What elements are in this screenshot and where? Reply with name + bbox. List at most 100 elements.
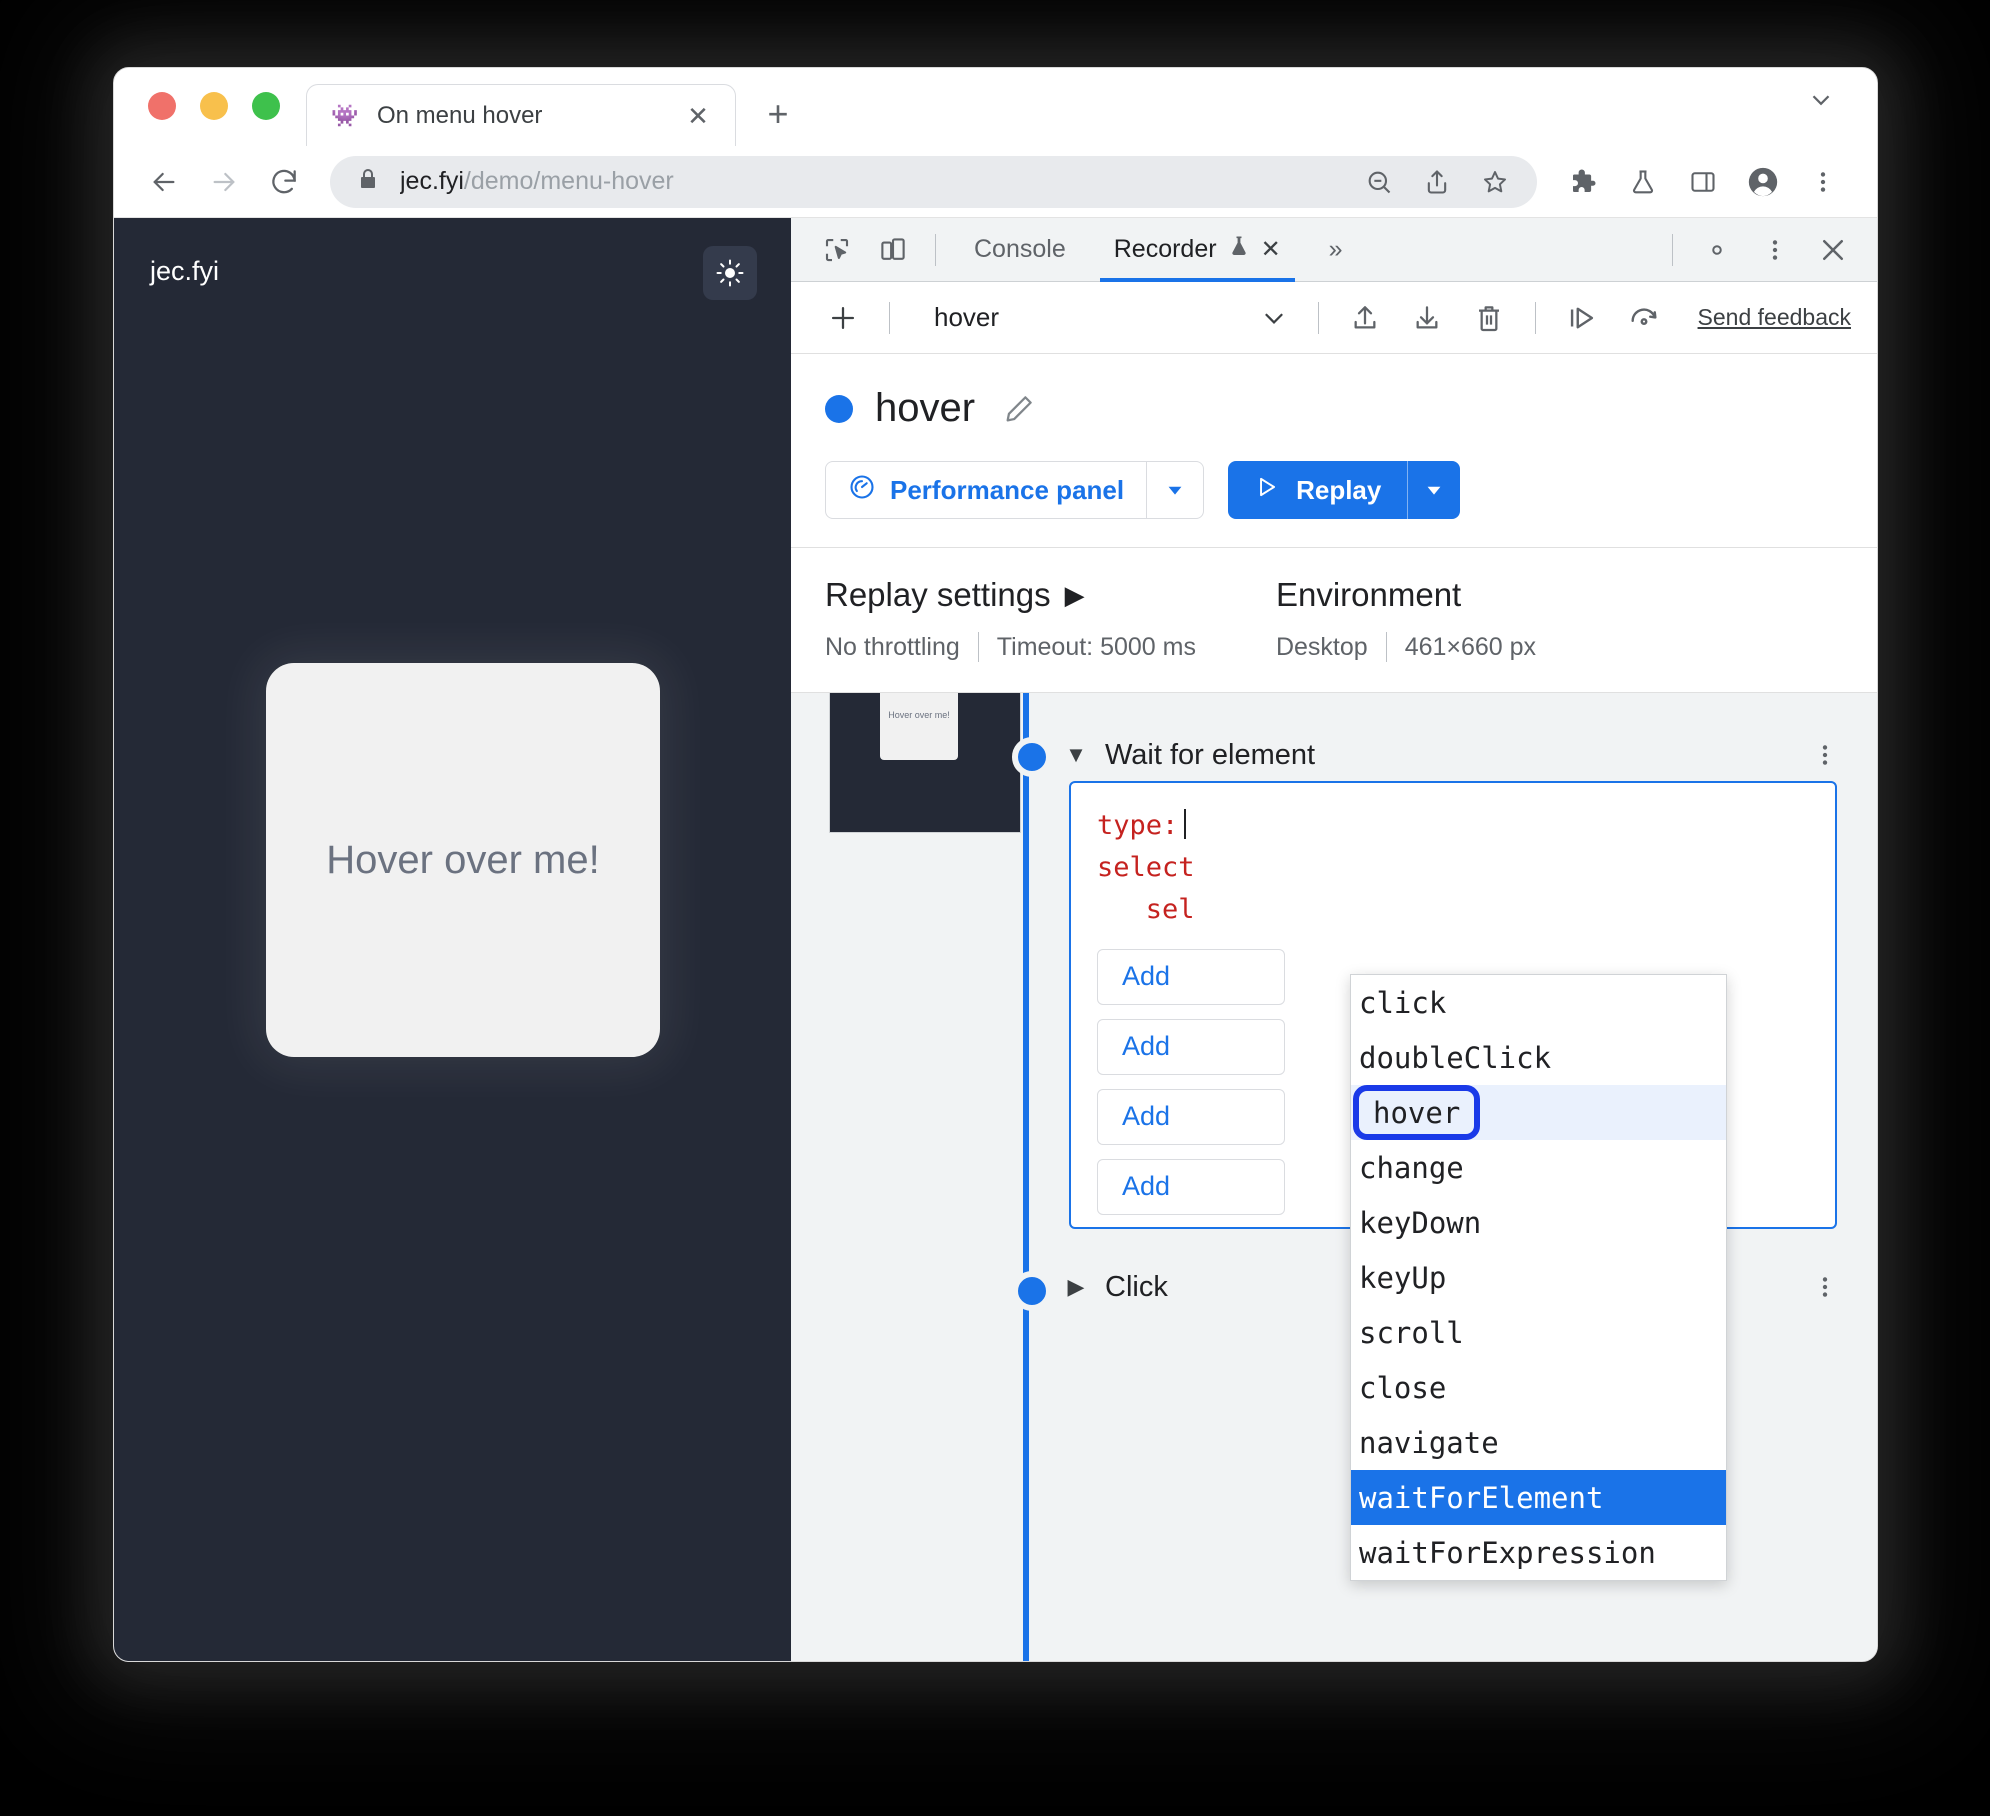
gear-icon[interactable] [1691, 225, 1743, 275]
environment-column: Environment Desktop 461×660 px [1276, 576, 1536, 662]
side-panel-icon[interactable] [1675, 154, 1731, 210]
back-icon[interactable] [136, 154, 192, 210]
autocomplete-option-navigate[interactable]: navigate [1351, 1415, 1726, 1470]
thumbnail-card: Hover over me! [880, 693, 958, 760]
autocomplete-option-scroll[interactable]: scroll [1351, 1305, 1726, 1360]
site-name: jec.fyi [150, 256, 220, 286]
editor-key-type: type: [1097, 810, 1179, 841]
caret-down-icon[interactable]: ▼ [1063, 742, 1089, 768]
tab-recorder[interactable]: Recorder ✕ [1092, 218, 1303, 282]
close-icon[interactable]: ✕ [1261, 237, 1281, 262]
close-window-button[interactable] [148, 92, 176, 120]
replay-button[interactable]: Replay [1228, 461, 1461, 519]
add-button[interactable]: Add [1097, 1088, 1285, 1145]
viewport-value: 461×660 px [1404, 632, 1537, 661]
step-node [1012, 1271, 1052, 1311]
export-icon[interactable] [1337, 290, 1393, 346]
type-autocomplete-dropdown[interactable]: click doubleClick hover change keyDown k… [1350, 974, 1727, 1581]
replay-settings-toggle[interactable]: Replay settings ▶ [825, 576, 1196, 614]
autocomplete-option-keydown[interactable]: keyDown [1351, 1195, 1726, 1250]
performance-panel-label-wrap: Performance panel [826, 462, 1146, 518]
divider [977, 632, 979, 662]
recording-title: hover [875, 386, 976, 430]
chevron-down-icon[interactable] [1793, 72, 1849, 128]
autocomplete-option-change[interactable]: change [1351, 1140, 1726, 1195]
experiment-flask-icon [1227, 234, 1251, 265]
autocomplete-option-keyup[interactable]: keyUp [1351, 1250, 1726, 1305]
replay-speed-icon[interactable] [1616, 290, 1672, 346]
chevron-down-icon[interactable] [1147, 462, 1203, 518]
pencil-edit-icon[interactable] [997, 387, 1041, 431]
add-button[interactable]: Add [1097, 1158, 1285, 1215]
tab-title: On menu hover [377, 101, 543, 129]
replay-settings-label: Replay settings [825, 576, 1051, 613]
autocomplete-option-hover[interactable]: hover [1351, 1085, 1726, 1140]
chevron-right-icon[interactable]: ▶ [1065, 580, 1085, 611]
page-viewport: jec.fyi Hover over me! [114, 218, 791, 1661]
add-button[interactable]: Add [1097, 948, 1285, 1005]
recorder-header: hover Performance panel Replay [791, 354, 1877, 548]
address-bar[interactable]: jec.fyi/demo/menu-hover [330, 155, 1537, 208]
zoom-out-icon[interactable] [1359, 162, 1399, 202]
add-button[interactable]: Add [1097, 1018, 1285, 1075]
browser-tab[interactable]: 👾 On menu hover ✕ [306, 84, 736, 146]
forward-icon[interactable] [196, 154, 252, 210]
autocomplete-option-doubleclick[interactable]: doubleClick [1351, 1030, 1726, 1085]
url-text: jec.fyi/demo/menu-hover [400, 167, 1339, 196]
send-feedback-link[interactable]: Send feedback [1698, 304, 1855, 331]
throttling-value: No throttling [825, 632, 960, 661]
tabstrip-right [1793, 72, 1877, 146]
import-icon[interactable] [1399, 290, 1455, 346]
recording-name[interactable]: hover [908, 302, 999, 333]
share-icon[interactable] [1417, 162, 1457, 202]
more-menu-icon[interactable] [1795, 154, 1851, 210]
editor-line-type: type: [1097, 805, 1809, 847]
step-replay-icon[interactable] [1554, 290, 1610, 346]
step-wait-for-element[interactable]: ▼ Wait for element [1063, 733, 1877, 777]
delete-icon[interactable] [1461, 290, 1517, 346]
inspect-element-icon[interactable] [811, 225, 863, 275]
tab-recorder-label: Recorder [1113, 235, 1217, 263]
sun-icon[interactable] [703, 246, 757, 300]
replay-settings-values: No throttling Timeout: 5000 ms [825, 632, 1196, 662]
chevron-down-icon[interactable] [1248, 292, 1300, 344]
close-icon[interactable]: ✕ [683, 101, 713, 131]
more-tabs-button[interactable]: » [1307, 218, 1365, 282]
editor-line-select: select [1097, 847, 1809, 889]
autocomplete-option-waitforexpression[interactable]: waitForExpression [1351, 1525, 1726, 1580]
minimize-window-button[interactable] [200, 92, 228, 120]
performance-panel-button[interactable]: Performance panel [825, 461, 1205, 519]
recorder-settings: Replay settings ▶ No throttling Timeout:… [791, 548, 1877, 693]
divider [935, 233, 936, 266]
autocomplete-option-click[interactable]: click [1351, 975, 1726, 1030]
reload-icon[interactable] [256, 154, 312, 210]
hover-card-label: Hover over me! [326, 837, 600, 882]
steps-timeline [1023, 693, 1029, 1661]
new-tab-button[interactable]: + [752, 88, 804, 140]
lock-icon [356, 167, 380, 196]
replay-options-caret-icon[interactable] [1408, 461, 1460, 519]
step-screenshot-thumbnail[interactable]: Hover over me! [829, 693, 1021, 833]
device-toolbar-icon[interactable] [867, 225, 919, 275]
devtools-flask-icon[interactable] [1615, 154, 1671, 210]
divider [1385, 632, 1387, 662]
add-recording-button[interactable] [815, 290, 871, 346]
more-options-icon[interactable] [1749, 225, 1801, 275]
autocomplete-option-close[interactable]: close [1351, 1360, 1726, 1415]
tab-console-label: Console [974, 235, 1066, 263]
hover-target-card[interactable]: Hover over me! [266, 663, 660, 1057]
more-options-icon[interactable] [1803, 733, 1847, 777]
maximize-window-button[interactable] [252, 92, 280, 120]
divider [889, 301, 890, 334]
autocomplete-option-waitforelement[interactable]: waitForElement [1351, 1470, 1726, 1525]
extensions-icon[interactable] [1555, 154, 1611, 210]
bookmark-star-icon[interactable] [1475, 162, 1515, 202]
more-options-icon[interactable] [1803, 1265, 1847, 1309]
tab-console[interactable]: Console [952, 218, 1088, 282]
editor-key-sel: sel [1145, 893, 1195, 925]
profile-avatar-icon[interactable] [1735, 154, 1791, 210]
close-devtools-icon[interactable] [1807, 225, 1859, 275]
caret-right-icon[interactable]: ▶ [1063, 1274, 1089, 1300]
recorder-toolbar: hover Send feedback [791, 282, 1877, 354]
replay-label-wrap: Replay [1228, 461, 1407, 519]
